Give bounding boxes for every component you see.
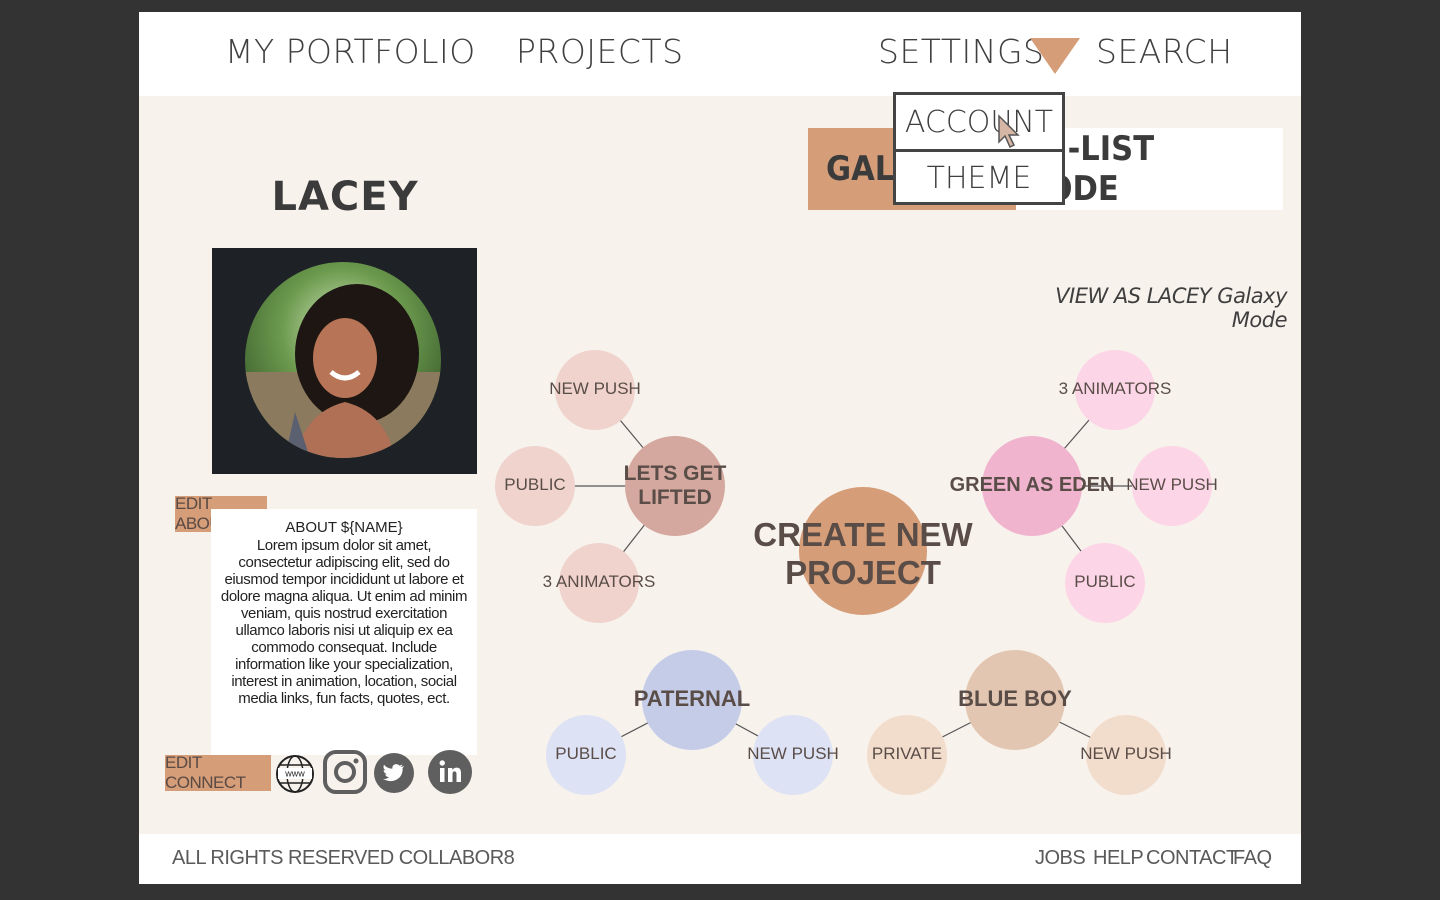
satellite-label: NEW PUSH: [549, 379, 641, 398]
footer-link-faq[interactable]: FAQ: [1233, 847, 1272, 870]
satellite-label: NEW PUSH: [1080, 744, 1172, 763]
footer-link-help[interactable]: HELP: [1093, 847, 1144, 870]
project-galaxy: NEW PUSH PUBLIC 3 ANIMATORS LETS GET LIFTED 3…: [495, 350, 1218, 795]
footer-link-contact[interactable]: CONTACT: [1146, 847, 1238, 870]
project-title: PATERNAL: [634, 686, 751, 711]
satellite-label: 3 ANIMATORS: [1059, 379, 1172, 398]
project-title: GREEN AS EDEN: [950, 474, 1115, 496]
app-frame: MY PORTFOLIO PROJECTS SETTINGS SEARCH GA…: [139, 12, 1301, 884]
satellite-label: NEW PUSH: [1126, 475, 1218, 494]
footer-copyright: ALL RIGHTS RESERVED COLLABOR8: [172, 847, 515, 869]
create-new-project-label: CREATE NEW PROJECT: [753, 516, 973, 591]
satellite-label: 3 ANIMATORS: [543, 572, 656, 591]
project-title: BLUE BOY: [958, 686, 1072, 711]
satellite-label: PRIVATE: [872, 744, 942, 763]
satellite-label: PUBLIC: [555, 744, 616, 763]
satellite-label: PUBLIC: [504, 475, 565, 494]
satellite-label: NEW PUSH: [747, 744, 839, 763]
satellite-label: PUBLIC: [1074, 572, 1135, 591]
project-title: LETS GET LIFTED: [624, 461, 727, 508]
footer-link-jobs[interactable]: JOBS: [1035, 847, 1086, 870]
footer: ALL RIGHTS RESERVED COLLABOR8 JOBS HELP …: [139, 834, 1301, 884]
